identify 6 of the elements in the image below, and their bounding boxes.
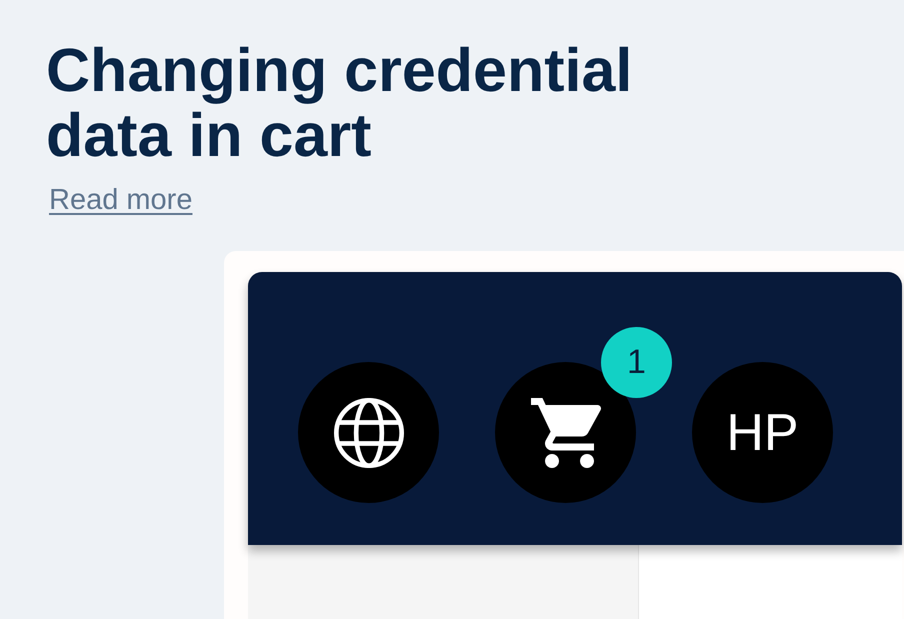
avatar-button[interactable]: HP bbox=[692, 362, 833, 503]
globe-icon bbox=[334, 398, 404, 468]
page-title: Changing credential data in cart bbox=[46, 38, 634, 168]
read-more-link[interactable]: Read more bbox=[49, 184, 192, 216]
count-badge: 1 bbox=[601, 327, 672, 398]
cart-icon bbox=[530, 398, 600, 468]
